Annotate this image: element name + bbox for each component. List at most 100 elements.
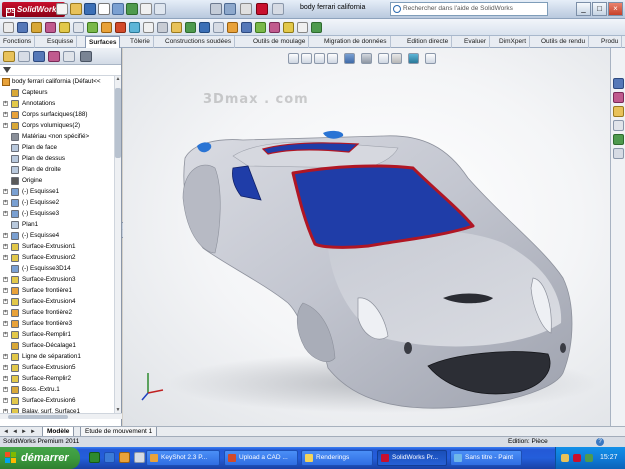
- expand-toggle-icon[interactable]: +: [3, 112, 8, 117]
- expand-toggle-icon[interactable]: +: [3, 354, 8, 359]
- select-arrow-icon[interactable]: [140, 3, 152, 15]
- tree-item[interactable]: Capteurs: [0, 87, 115, 98]
- tree-item[interactable]: Plan de droite: [0, 164, 115, 175]
- expand-toggle-icon[interactable]: +: [3, 233, 8, 238]
- window-tile-icon[interactable]: [240, 3, 252, 15]
- manager-tabs-arrow-icon[interactable]: [80, 51, 92, 62]
- tree-item[interactable]: Plan de face: [0, 142, 115, 153]
- appearances-scenes-icon[interactable]: [613, 134, 624, 145]
- h-scroll-thumb[interactable]: [8, 415, 68, 419]
- tab-outils-de-rendu[interactable]: Outils de rendu: [538, 36, 590, 48]
- knit-surface-icon[interactable]: [171, 22, 182, 33]
- tree-item[interactable]: + Surface-Extrusion5: [0, 362, 115, 373]
- expand-toggle-icon[interactable]: +: [3, 398, 8, 403]
- expand-toggle-icon[interactable]: +: [3, 277, 8, 282]
- save-icon[interactable]: [84, 3, 96, 15]
- untrim-surface-icon[interactable]: [157, 22, 168, 33]
- curves-icon[interactable]: [297, 22, 308, 33]
- tab-constructions-soudees[interactable]: Constructions soudées: [162, 36, 236, 48]
- tab-produ[interactable]: Produ: [598, 36, 623, 48]
- design-library-icon[interactable]: [613, 92, 624, 103]
- rebuild-icon[interactable]: [126, 3, 138, 15]
- undo-icon[interactable]: [112, 3, 124, 15]
- tree-item[interactable]: + Corps volumiques(2): [0, 120, 115, 131]
- expand-toggle-icon[interactable]: +: [3, 365, 8, 370]
- solidworks-resources-icon[interactable]: [613, 78, 624, 89]
- tree-item[interactable]: Matériau <non spécifié>: [0, 131, 115, 142]
- tree-item[interactable]: + Annotations: [0, 98, 115, 109]
- dimxpert-manager-tab-icon[interactable]: [48, 51, 60, 62]
- open-folder-icon[interactable]: [70, 3, 82, 15]
- expand-toggle-icon[interactable]: +: [3, 387, 8, 392]
- tree-item[interactable]: + Surface-Remplir2: [0, 373, 115, 384]
- feature-manager-tab-icon[interactable]: [3, 51, 15, 62]
- help-search-input[interactable]: Rechercher dans l'aide de SolidWorks: [390, 2, 548, 16]
- tree-item[interactable]: + Surface-Extrusion4: [0, 296, 115, 307]
- options-gear-icon[interactable]: [154, 3, 166, 15]
- expand-toggle-icon[interactable]: +: [3, 189, 8, 194]
- tree-root-part[interactable]: body ferrari california (Défaut<<: [0, 76, 115, 87]
- taskbar-button[interactable]: Renderings: [301, 450, 373, 466]
- taskbar-button[interactable]: Upload a CAD ...: [224, 450, 298, 466]
- tree-item[interactable]: + Boss.-Extru.1: [0, 384, 115, 395]
- extruded-surface-icon[interactable]: [17, 22, 28, 33]
- expand-toggle-icon[interactable]: +: [3, 200, 8, 205]
- tree-vertical-scrollbar[interactable]: ▲ ▼: [114, 76, 121, 413]
- tree-item[interactable]: + Surface-Extrusion1: [0, 241, 115, 252]
- display-manager-tab-icon[interactable]: [63, 51, 75, 62]
- filled-surface-icon[interactable]: [87, 22, 98, 33]
- move-copy-bodies-icon[interactable]: [269, 22, 280, 33]
- tree-item[interactable]: + Ligne de séparation1: [0, 351, 115, 362]
- tree-item[interactable]: + (-) Esquisse2: [0, 197, 115, 208]
- last-tab-arrow-icon[interactable]: ►: [29, 428, 37, 436]
- tree-item[interactable]: + (-) Esquisse1: [0, 186, 115, 197]
- taskbar-button[interactable]: KeyShot 2.3 P...: [146, 450, 220, 466]
- lofted-surface-icon[interactable]: [59, 22, 70, 33]
- taskbar-button[interactable]: SolidWorks Pr...: [377, 450, 447, 466]
- tray-volume-icon[interactable]: [585, 454, 593, 462]
- render-icon[interactable]: [256, 3, 268, 15]
- tree-item[interactable]: + (-) Esquisse3: [0, 208, 115, 219]
- view-palette-icon[interactable]: [613, 120, 624, 131]
- tree-item[interactable]: Plan de dessus: [0, 153, 115, 164]
- next-tab-arrow-icon[interactable]: ►: [20, 428, 28, 436]
- print-icon[interactable]: [98, 3, 110, 15]
- expand-toggle-icon[interactable]: +: [3, 244, 8, 249]
- tray-antivirus-icon[interactable]: [573, 454, 581, 462]
- tab-fonctions[interactable]: Fonctions: [0, 36, 36, 48]
- tab-dimxpert[interactable]: DimXpert: [496, 36, 531, 48]
- new-document-icon[interactable]: [56, 3, 68, 15]
- toolbar-dropdown-icon[interactable]: [272, 3, 284, 15]
- expand-toggle-icon[interactable]: +: [3, 299, 8, 304]
- maximize-button[interactable]: □: [592, 2, 607, 16]
- expand-toggle-icon[interactable]: +: [3, 332, 8, 337]
- boundary-surface-tool-icon[interactable]: [73, 22, 84, 33]
- expand-toggle-icon[interactable]: +: [3, 255, 8, 260]
- replace-face-icon[interactable]: [241, 22, 252, 33]
- close-button[interactable]: ×: [608, 2, 623, 16]
- tray-network-icon[interactable]: [561, 454, 569, 462]
- tab-evaluer[interactable]: Evaluer: [461, 36, 491, 48]
- ruled-surface-icon[interactable]: [115, 22, 126, 33]
- reference-geometry-icon[interactable]: [283, 22, 294, 33]
- sketch-tool-icon[interactable]: [3, 22, 14, 33]
- offset-surface-tool-icon[interactable]: [101, 22, 112, 33]
- delete-hole-icon[interactable]: [255, 22, 266, 33]
- expand-toggle-icon[interactable]: +: [3, 310, 8, 315]
- tab-esquisse[interactable]: Esquisse: [44, 36, 78, 48]
- expand-toggle-icon[interactable]: +: [3, 123, 8, 128]
- thicken-icon[interactable]: [199, 22, 210, 33]
- tree-item[interactable]: + Surface-Extrusion2: [0, 252, 115, 263]
- expand-toggle-icon[interactable]: +: [3, 211, 8, 216]
- property-manager-tab-icon[interactable]: [18, 51, 30, 62]
- scroll-thumb[interactable]: [115, 88, 121, 158]
- custom-properties-icon[interactable]: [613, 148, 624, 159]
- file-explorer-icon[interactable]: [613, 106, 624, 117]
- prev-tab-arrow-icon[interactable]: ◄: [11, 428, 19, 436]
- configuration-manager-tab-icon[interactable]: [33, 51, 45, 62]
- revolved-surface-icon[interactable]: [31, 22, 42, 33]
- taskbar-button[interactable]: Sans titre - Paint: [450, 450, 522, 466]
- tab-edition-directe[interactable]: Edition directe: [404, 36, 453, 48]
- tree-item[interactable]: + Surface-Extrusion3: [0, 274, 115, 285]
- tab-tolerie[interactable]: Tôlerie: [127, 36, 154, 48]
